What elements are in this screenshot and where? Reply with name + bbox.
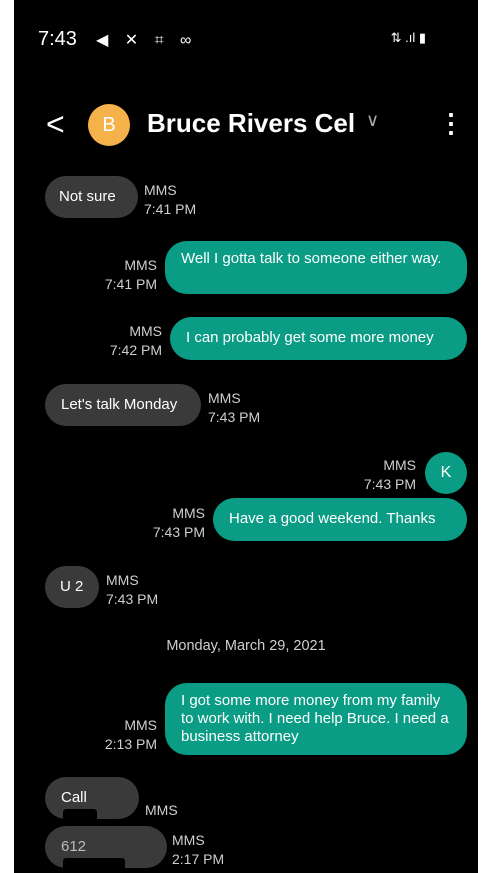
message-type: MMS	[172, 505, 205, 521]
contact-avatar[interactable]: B	[88, 104, 130, 146]
message-bubble-outgoing[interactable]: K	[425, 452, 467, 494]
message-bubble-incoming[interactable]: Call	[45, 777, 139, 824]
conversation-header: < B Bruce Rivers Cel ∨ ⋮	[14, 100, 478, 150]
message-type: MMS	[124, 717, 157, 733]
message-text: I got some more money from my family to …	[181, 692, 449, 745]
date-divider: Monday, March 29, 2021	[166, 638, 326, 654]
message-type: MMS	[106, 572, 139, 588]
message-meta: MMS 2:13 PM	[92, 716, 157, 754]
message-time: 7:41 PM	[104, 276, 157, 292]
messages-screen: 7:43 ◀ ✕ ⌗ ∞ ⇅ .ıl ▮ < B Bruce Rivers Ce…	[14, 0, 478, 873]
message-text: K	[440, 464, 452, 481]
message-time: 7:43 PM	[208, 409, 261, 425]
message-bubble-outgoing[interactable]: Well I gotta talk to someone either way.	[165, 241, 467, 294]
message-meta: MMS 7:43 PM	[106, 571, 158, 609]
message-type: MMS	[145, 802, 178, 818]
message-time: 7:43 PM	[106, 591, 159, 607]
message-type: MMS	[129, 323, 162, 339]
status-icons-left: ◀ ✕ ⌗ ∞	[96, 32, 198, 49]
message-time: 7:41 PM	[144, 201, 197, 217]
message-type: MMS	[383, 457, 416, 473]
message-bubble-incoming[interactable]: Not sure	[45, 176, 138, 218]
message-bubble-outgoing[interactable]: Have a good weekend. Thanks	[213, 498, 467, 541]
message-meta: MMS 7:43 PM	[140, 504, 205, 542]
message-time: 2:13 PM	[104, 736, 157, 752]
message-time: 7:42 PM	[109, 342, 162, 358]
message-text: 612	[61, 838, 87, 855]
message-meta: MMS	[145, 801, 178, 820]
message-text: U 2	[60, 578, 84, 595]
message-type: MMS	[208, 390, 241, 406]
message-type: MMS	[172, 832, 205, 848]
message-type: MMS	[144, 182, 177, 198]
message-meta: MMS 7:42 PM	[97, 322, 162, 360]
message-time: 2:17 PM	[172, 851, 225, 867]
message-bubble-incoming[interactable]: Let's talk Monday	[45, 384, 201, 426]
more-options-icon[interactable]: ⋮	[438, 108, 464, 138]
message-text: Let's talk Monday	[61, 396, 178, 413]
back-button[interactable]: <	[46, 104, 65, 144]
message-meta: MMS 7:41 PM	[144, 181, 196, 219]
message-bubble-outgoing[interactable]: I got some more money from my family to …	[165, 683, 467, 755]
message-meta: MMS 7:43 PM	[351, 456, 416, 494]
message-bubble-incoming[interactable]: U 2	[45, 566, 99, 608]
redacted-block	[63, 808, 97, 824]
status-bar: 7:43 ◀ ✕ ⌗ ∞	[38, 28, 191, 51]
status-icons-right: ⇅ .ıl ▮	[390, 30, 426, 45]
status-time: 7:43	[38, 28, 77, 50]
message-bubble-outgoing[interactable]: I can probably get some more money	[170, 317, 467, 360]
message-time: 7:43 PM	[363, 476, 416, 492]
message-text: Well I gotta talk to someone either way.	[181, 250, 442, 267]
message-text: Call	[61, 789, 87, 806]
message-meta: MMS 7:41 PM	[92, 256, 157, 294]
message-meta: MMS 2:17 PM	[172, 831, 224, 869]
redacted-block	[63, 857, 125, 873]
message-bubble-incoming[interactable]: 612	[45, 826, 167, 873]
message-time: 7:43 PM	[152, 524, 205, 540]
chevron-down-icon[interactable]: ∨	[366, 110, 379, 131]
contact-name[interactable]: Bruce Rivers Cel	[147, 108, 355, 139]
message-text: Not sure	[59, 188, 116, 205]
message-type: MMS	[124, 257, 157, 273]
message-text: I can probably get some more money	[186, 329, 434, 346]
message-text: Have a good weekend. Thanks	[229, 510, 436, 527]
message-meta: MMS 7:43 PM	[208, 389, 260, 427]
